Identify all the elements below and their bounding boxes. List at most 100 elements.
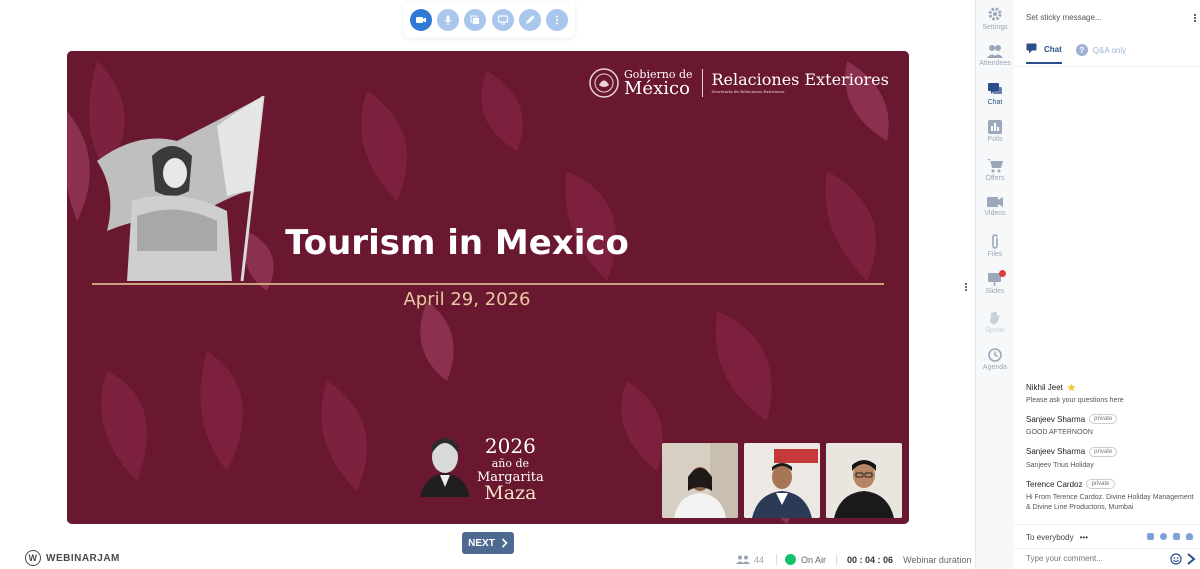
margarita-maza-portrait (420, 438, 470, 497)
message-text: GOOD AFTERNOON (1026, 429, 1093, 437)
sidebar-item-chat[interactable]: Chat (976, 82, 1014, 106)
sidebar-item-files[interactable]: Files (976, 234, 1014, 258)
webinar-status-bar: 44 On Air 00 : 04 : 06 Webinar duration (736, 554, 971, 565)
pen-button[interactable] (518, 9, 541, 31)
title-rule (92, 283, 884, 285)
send-icon[interactable] (1186, 553, 1196, 565)
private-badge: private (1089, 446, 1118, 457)
speaker-video-tiles (662, 443, 902, 518)
camera-icon (415, 17, 426, 23)
chat-message: Terence Cardoz private Hi From Terence C… (1026, 479, 1196, 512)
sidebar-item-settings[interactable]: Settings (976, 6, 1014, 31)
sidebar-item-label: Speak (985, 327, 1005, 334)
author-name: Terence Cardoz (1026, 479, 1083, 489)
sticky-message-field[interactable]: Set sticky message... (1026, 13, 1102, 22)
chevron-right-icon (501, 538, 508, 548)
tab-qa-label: Q&A only (1092, 45, 1127, 55)
sidebar-nav: Settings Attendees Chat Polls Offers Vid… (976, 0, 1014, 569)
pen-icon (525, 15, 535, 24)
microphone-icon (444, 15, 452, 25)
monitor-button[interactable] (491, 9, 514, 31)
tab-qa-only[interactable]: ? Q&A only (1075, 43, 1127, 64)
speaker-video-2[interactable] (744, 443, 820, 518)
message-author: Terence Cardoz private (1026, 479, 1196, 490)
chat-message: Nikhil Jeet Please ask your questions he… (1026, 383, 1196, 405)
mexico-seal-icon (589, 68, 619, 98)
on-air-dot-icon (785, 554, 797, 565)
sidebar-item-agenda[interactable]: Agenda (976, 348, 1014, 371)
chat-menu-button[interactable] (1194, 13, 1196, 23)
share-screen-button[interactable] (464, 9, 487, 31)
message-text: Hi From Terence Cardoz. Divine Holiday M… (1026, 494, 1194, 511)
clock-icon (988, 348, 1002, 362)
brand-name: WEBINARJAM (46, 552, 120, 564)
sidebar-item-attendees[interactable]: Attendees (976, 44, 1014, 67)
cart-icon (987, 159, 1003, 173)
more-button[interactable] (546, 9, 569, 31)
next-label: NEXT (468, 537, 495, 549)
gobierno-de-mexico-logo: Gobierno de México Relaciones Exteriores… (589, 68, 889, 98)
gear-icon (988, 7, 1002, 21)
sidebar-item-label: Settings (982, 24, 1008, 31)
sidebar-item-label: Offers (985, 175, 1005, 182)
message-text: Please ask your questions here (1026, 397, 1124, 404)
slide-date: April 29, 2026 (403, 289, 531, 310)
webinar-room: Gobierno de México Relaciones Exteriores… (0, 0, 1200, 569)
monitor-icon (497, 15, 508, 25)
recipient-selector[interactable]: To everybody ••• (1026, 533, 1088, 542)
attach-icon[interactable] (1173, 533, 1180, 540)
sidebar-item-offers[interactable]: Offers (976, 158, 1014, 182)
question-icon: ? (1075, 44, 1088, 56)
presentation-slide: Gobierno de México Relaciones Exteriores… (67, 51, 909, 524)
speaker-avatar-3 (826, 443, 902, 518)
sidebar-item-videos[interactable]: Videos (976, 196, 1014, 217)
on-air-indicator: On Air (776, 554, 826, 565)
sidebar-item-slides[interactable]: Slides (976, 270, 1014, 295)
bulb-icon[interactable] (1186, 533, 1193, 540)
speaker-avatar-2 (744, 443, 820, 518)
ministry-subtitle: Secretaría de Relaciones Exteriores (711, 89, 785, 94)
sidebar-item-label: Videos (984, 210, 1006, 217)
presenter-toolbar (403, 2, 575, 38)
sidebar-item-polls[interactable]: Polls (976, 120, 1014, 143)
chat-input[interactable] (1026, 554, 1166, 563)
chat-panel: Set sticky message... Chat ? Q&A only Ni… (1014, 0, 1200, 569)
tab-chat[interactable]: Chat (1026, 43, 1062, 64)
chat-tool-icons (1147, 533, 1193, 540)
sidebar-item-label: Slides (985, 288, 1005, 295)
on-air-label: On Air (801, 554, 827, 565)
year-badge: 2026 año de Margarita Maza (477, 436, 544, 503)
tab-chat-label: Chat (1044, 44, 1062, 54)
emoji-icon[interactable] (1170, 553, 1182, 565)
input-divider (1014, 548, 1200, 549)
private-badge: private (1089, 414, 1118, 425)
sidebar-item-label: Attendees (979, 60, 1011, 67)
webinar-timer: 00 : 04 : 06 (836, 554, 893, 565)
sidebar-item-label: Files (987, 251, 1003, 258)
recipient-more: ••• (1079, 533, 1088, 542)
slide-title-area: Tourism in Mexico (267, 223, 647, 263)
sidebar-item-label: Chat (987, 99, 1003, 106)
video-icon (987, 197, 1003, 207)
speaker-video-3[interactable] (826, 443, 902, 518)
speaker-video-1[interactable] (662, 443, 738, 518)
attendee-count: 44 (736, 555, 764, 565)
sidebar-item-speak[interactable]: Speak (976, 310, 1014, 334)
ministry-name: Relaciones Exteriores Secretaría de Rela… (712, 72, 889, 94)
paperclip-icon (992, 234, 998, 249)
poll-icon (988, 120, 1002, 134)
microphone-button[interactable] (436, 9, 459, 31)
panel-options-menu[interactable] (965, 282, 969, 292)
message-author: Sanjeev Sharma private (1026, 414, 1196, 425)
slides-notification-dot (999, 270, 1006, 277)
chat-bubble-icon[interactable] (1147, 533, 1154, 540)
author-name: Sanjeev Sharma (1026, 414, 1086, 424)
next-slide-button[interactable]: NEXT (462, 532, 514, 554)
webinarjam-logo: W WEBINARJAM (25, 550, 120, 566)
private-badge: private (1086, 479, 1115, 490)
emoji-reaction-icon[interactable] (1160, 533, 1167, 540)
chat-icon (1026, 43, 1037, 54)
author-name: Nikhil Jeet (1026, 383, 1063, 392)
camera-button[interactable] (409, 9, 432, 31)
badge-line: año de (491, 457, 530, 470)
